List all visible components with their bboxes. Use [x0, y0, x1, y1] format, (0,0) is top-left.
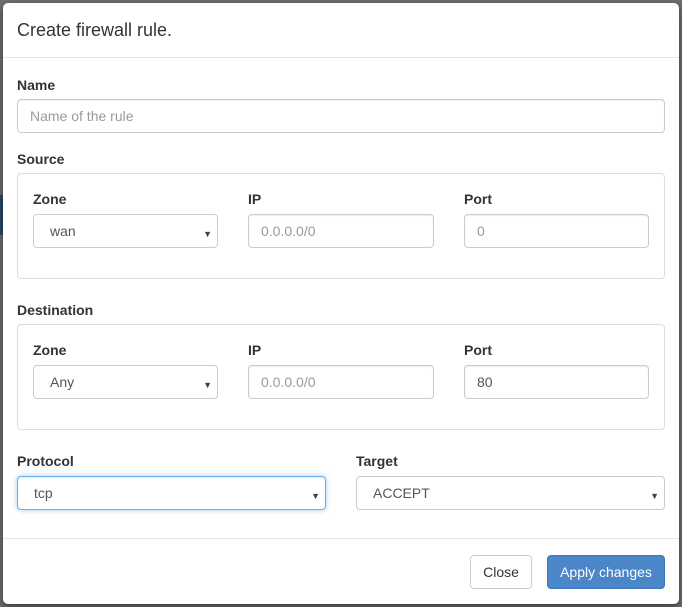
destination-zone-select[interactable]: Any ▼	[33, 365, 218, 399]
apply-changes-button[interactable]: Apply changes	[547, 555, 665, 589]
destination-port-label: Port	[464, 342, 492, 358]
source-zone-select[interactable]: wan ▼	[33, 214, 218, 248]
destination-ip-label: IP	[248, 342, 262, 358]
protocol-value: tcp	[34, 485, 53, 501]
name-input[interactable]	[17, 99, 665, 133]
source-panel: Zone wan ▼ IP Port	[17, 173, 665, 279]
destination-zone-value: Any	[50, 374, 75, 390]
target-label: Target	[356, 453, 398, 469]
source-ip-label: IP	[248, 191, 262, 207]
caret-down-icon: ▼	[203, 229, 212, 239]
close-button[interactable]: Close	[470, 555, 532, 589]
protocol-select[interactable]: tcp ▼	[17, 476, 326, 510]
caret-down-icon: ▼	[203, 380, 212, 390]
modal-title: Create firewall rule.	[17, 20, 173, 40]
source-label: Source	[17, 151, 65, 167]
source-zone-value: wan	[50, 223, 76, 239]
caret-down-icon: ▼	[650, 491, 659, 501]
create-firewall-rule-modal: Create firewall rule. Name Source Zone w…	[3, 3, 679, 604]
destination-ip-input[interactable]	[248, 365, 434, 399]
source-zone-label: Zone	[33, 191, 67, 207]
caret-down-icon: ▼	[311, 491, 320, 501]
modal-header: Create firewall rule.	[3, 3, 679, 58]
destination-zone-label: Zone	[33, 342, 67, 358]
modal-footer: Close Apply changes	[3, 538, 679, 604]
name-label: Name	[17, 77, 56, 93]
target-value: ACCEPT	[373, 485, 430, 501]
protocol-label: Protocol	[17, 453, 74, 469]
destination-port-input[interactable]	[464, 365, 649, 399]
source-port-input[interactable]	[464, 214, 649, 248]
target-select[interactable]: ACCEPT ▼	[356, 476, 665, 510]
source-ip-input[interactable]	[248, 214, 434, 248]
source-port-label: Port	[464, 191, 492, 207]
destination-label: Destination	[17, 302, 94, 318]
destination-panel: Zone Any ▼ IP Port	[17, 324, 665, 430]
